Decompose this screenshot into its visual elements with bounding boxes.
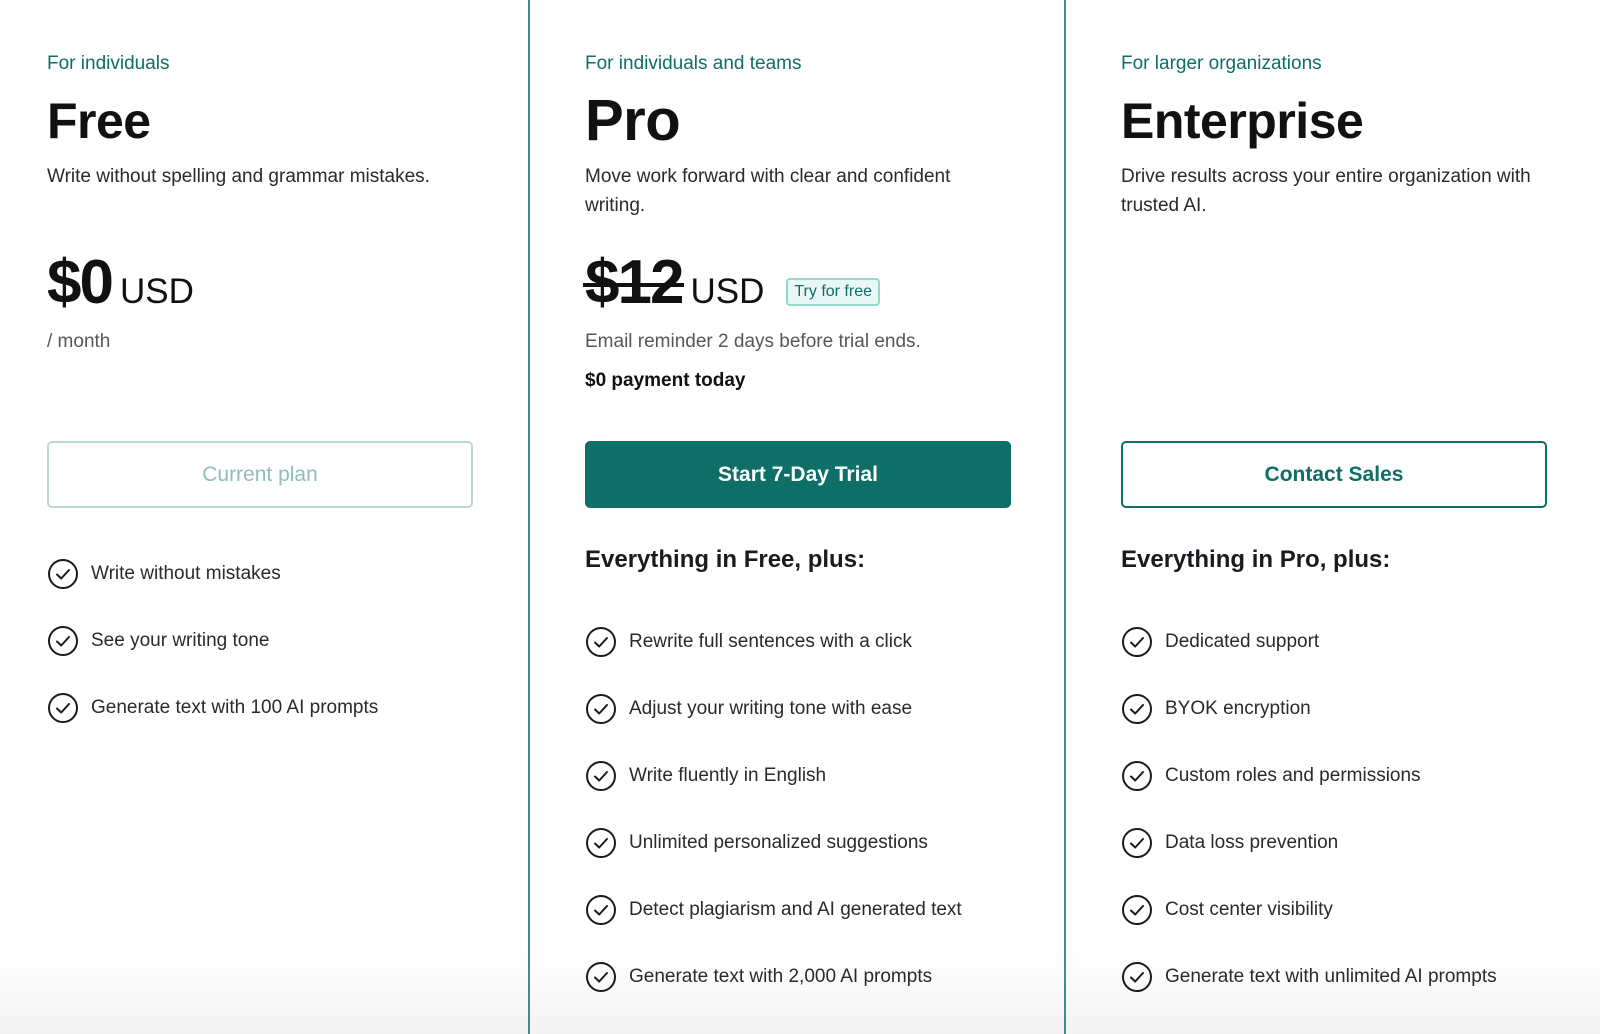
plan-description: Write without spelling and grammar mista… — [47, 166, 430, 187]
feature-item: Detect plagiarism and AI generated text — [585, 876, 962, 943]
check-circle-icon — [585, 626, 617, 658]
check-circle-icon — [1121, 894, 1153, 926]
feature-label: Adjust your writing tone with ease — [629, 697, 913, 719]
feature-item: Generate text with 2,000 AI prompts — [585, 943, 962, 1010]
feature-item: BYOK encryption — [1121, 675, 1497, 742]
feature-item: Generate text with unlimited AI prompts — [1121, 943, 1497, 1010]
price-row: $0 USD — [47, 246, 528, 314]
check-circle-icon — [1121, 760, 1153, 792]
feature-list: Dedicated support BYOK encryption Custom r… — [1121, 608, 1497, 1010]
check-circle-icon — [585, 693, 617, 725]
check-circle-icon — [1121, 626, 1153, 658]
feature-item: Cost center visibility — [1121, 876, 1497, 943]
feature-label: Generate text with unlimited AI prompts — [1165, 965, 1497, 987]
feature-item: Dedicated support — [1121, 608, 1497, 675]
price-amount: $0 — [47, 248, 114, 317]
feature-item: Rewrite full sentences with a click — [585, 608, 962, 675]
feature-list: Rewrite full sentences with a click Adjus… — [585, 608, 962, 1010]
price-currency: USD — [119, 272, 194, 311]
plan-description: Drive results across your entire organiz… — [1121, 166, 1531, 216]
check-circle-icon — [47, 625, 79, 657]
feature-item: Custom roles and permissions — [1121, 742, 1497, 809]
price-currency: USD — [690, 272, 765, 311]
check-circle-icon — [1121, 961, 1153, 993]
check-circle-icon — [585, 760, 617, 792]
payment-note: $0 payment today — [585, 370, 746, 391]
feature-label: Rewrite full sentences with a click — [629, 630, 912, 652]
check-circle-icon — [47, 692, 79, 724]
feature-label: Data loss prevention — [1165, 831, 1339, 853]
check-circle-icon — [47, 558, 79, 590]
current-plan-button[interactable]: Current plan — [47, 441, 473, 508]
feature-label: Generate text with 2,000 AI prompts — [629, 965, 933, 987]
plan-name: Pro — [585, 88, 681, 153]
trial-reminder-text: Email reminder 2 days before trial ends. — [585, 331, 921, 352]
try-for-free-badge: Try for free — [786, 278, 880, 306]
features-heading: Everything in Free, plus: — [585, 546, 866, 573]
check-circle-icon — [585, 961, 617, 993]
feature-item: See your writing tone — [47, 607, 378, 674]
price-amount-struck: $12 — [582, 248, 685, 317]
plan-audience: For individuals and teams — [585, 53, 802, 74]
feature-item: Unlimited personalized suggestions — [585, 809, 962, 876]
feature-label: Write fluently in English — [629, 764, 827, 786]
feature-item: Adjust your writing tone with ease — [585, 675, 962, 742]
check-circle-icon — [1121, 693, 1153, 725]
plan-name: Free — [47, 93, 151, 149]
feature-item: Generate text with 100 AI prompts — [47, 674, 378, 741]
feature-item: Write without mistakes — [47, 540, 378, 607]
feature-label: Detect plagiarism and AI generated text — [629, 898, 962, 920]
plan-audience: For larger organizations — [1121, 53, 1322, 74]
start-trial-button[interactable]: Start 7-Day Trial — [585, 441, 1011, 508]
feature-label: Generate text with 100 AI prompts — [91, 696, 379, 718]
plan-card-free: For individuals Free Write without spell… — [0, 0, 528, 1034]
feature-label: Dedicated support — [1165, 630, 1320, 652]
price-row: $12 USD Try for free — [582, 246, 1064, 317]
pricing-page: For individuals Free Write without spell… — [0, 0, 1600, 1034]
feature-label: Cost center visibility — [1165, 898, 1333, 920]
feature-item: Data loss prevention — [1121, 809, 1497, 876]
check-circle-icon — [1121, 827, 1153, 859]
plan-audience: For individuals — [47, 53, 170, 74]
plan-card-enterprise: For larger organizations Enterprise Driv… — [1066, 0, 1600, 1034]
feature-list: Write without mistakes See your writing t… — [47, 540, 378, 741]
feature-label: BYOK encryption — [1165, 697, 1311, 719]
price-period: / month — [47, 331, 111, 352]
plan-name: Enterprise — [1121, 93, 1364, 149]
plan-description: Move work forward with clear and confide… — [585, 166, 951, 216]
feature-item: Write fluently in English — [585, 742, 962, 809]
feature-label: Write without mistakes — [91, 562, 281, 584]
feature-label: Unlimited personalized suggestions — [629, 831, 928, 853]
check-circle-icon — [585, 894, 617, 926]
contact-sales-button[interactable]: Contact Sales — [1121, 441, 1547, 508]
check-circle-icon — [585, 827, 617, 859]
plan-card-pro: For individuals and teams Pro Move work … — [528, 0, 1066, 1034]
features-heading: Everything in Pro, plus: — [1121, 546, 1391, 573]
feature-label: See your writing tone — [91, 629, 270, 651]
feature-label: Custom roles and permissions — [1165, 764, 1421, 786]
